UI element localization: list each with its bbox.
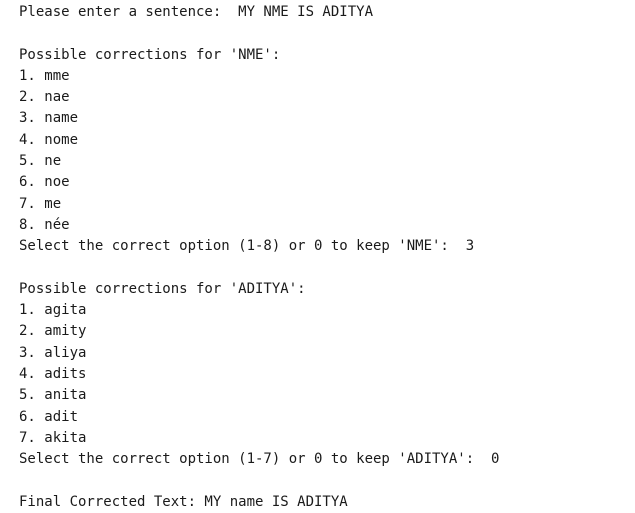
corrections-header-nme: Possible corrections for 'NME': bbox=[19, 46, 281, 63]
select-prompt-label: Select the correct option (1-7) or 0 to … bbox=[19, 451, 483, 468]
option-line: 6. noe bbox=[19, 174, 70, 191]
option-line: 3. name bbox=[19, 110, 79, 127]
option-line: 4. adits bbox=[19, 366, 87, 383]
sentence-prompt-label: Please enter a sentence: bbox=[19, 4, 230, 20]
option-line: 4. nome bbox=[19, 131, 79, 148]
option-line: 5. anita bbox=[19, 387, 87, 404]
select-prompt-line-aditya: Select the correct option (1-7) or 0 to … bbox=[19, 449, 629, 470]
option-line: 2. amity bbox=[19, 323, 87, 340]
final-corrected-text: Final Corrected Text: MY name IS ADITYA bbox=[19, 493, 348, 510]
corrections-header-aditya: Possible corrections for 'ADITYA': bbox=[19, 280, 306, 297]
option-line: 8. née bbox=[19, 216, 70, 233]
option-line: 1. agita bbox=[19, 302, 87, 319]
option-line: 1. mme bbox=[19, 67, 70, 84]
select-prompt-line-nme: Select the correct option (1-8) or 0 to … bbox=[19, 236, 629, 257]
option-line: 7. akita bbox=[19, 429, 87, 446]
select-input-value: 0 bbox=[482, 451, 500, 468]
sentence-input-value: MY NME IS ADITYA bbox=[229, 4, 374, 20]
select-prompt-label: Select the correct option (1-8) or 0 to … bbox=[19, 238, 458, 255]
select-input-value: 3 bbox=[457, 238, 475, 255]
option-line: 3. aliya bbox=[19, 344, 87, 361]
sentence-prompt-line: Please enter a sentence: MY NME IS ADITY… bbox=[19, 2, 629, 23]
option-line: 6. adit bbox=[19, 408, 79, 425]
console-output: Please enter a sentence: MY NME IS ADITY… bbox=[19, 2, 629, 513]
option-line: 5. ne bbox=[19, 153, 62, 170]
option-line: 7. me bbox=[19, 195, 62, 212]
option-line: 2. nae bbox=[19, 89, 70, 106]
